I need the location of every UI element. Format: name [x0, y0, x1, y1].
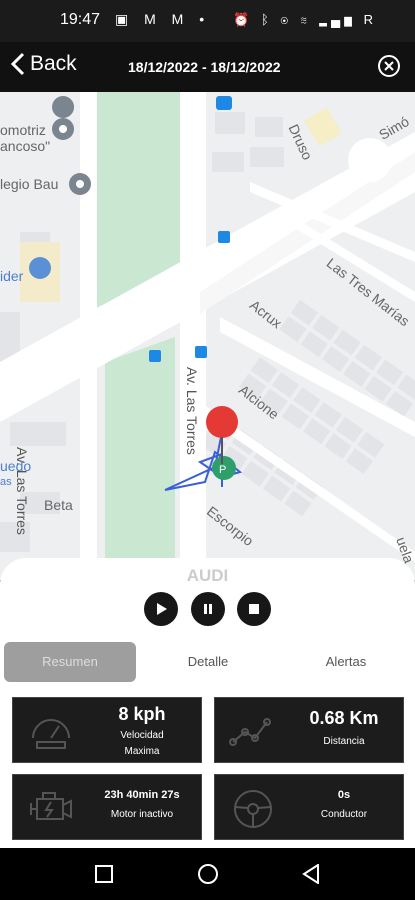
map-label: uedo [0, 458, 32, 474]
svg-text:P: P [219, 464, 226, 476]
tab-resumen[interactable]: Resumen [4, 642, 136, 682]
steering-wheel-icon [234, 790, 272, 828]
speed-card: 8 kph Velocidad Maxima [12, 697, 202, 763]
trip-panel: AUDI Resumen Detalle Alertas 8 kph Veloc… [0, 558, 415, 848]
map-label: as [0, 476, 12, 488]
play-button[interactable] [144, 592, 178, 626]
close-icon [384, 61, 394, 71]
nav-bar [0, 848, 415, 900]
notification-icons: ▣ M M • [115, 11, 211, 27]
stop-button[interactable] [237, 592, 271, 626]
back-button[interactable]: Back [10, 52, 77, 76]
map-view[interactable]: P omotriz ancoso" legio Bau ider Simó Dr… [0, 92, 415, 580]
speed-label: Velocidad [120, 730, 164, 741]
engine-icon [30, 792, 72, 820]
idle-card: 23h 40min 27s Motor inactivo [12, 774, 202, 840]
route-icon [229, 718, 271, 746]
map-label: ancoso" [0, 138, 51, 154]
tab-alertas[interactable]: Alertas [280, 642, 412, 682]
pause-button[interactable] [191, 592, 225, 626]
speed-value: 8 kph [118, 704, 166, 724]
speed-sublabel: Maxima [124, 746, 160, 757]
distance-value: 0.68 Km [309, 708, 379, 728]
pause-icon [204, 604, 212, 614]
driver-label: Conductor [320, 809, 368, 820]
back-label: Back [30, 52, 77, 75]
play-icon [157, 603, 167, 615]
map-label: Av. Las Torres [184, 367, 200, 455]
speedometer-icon [32, 719, 70, 749]
tab-bar: Resumen Detalle Alertas [0, 640, 415, 682]
status-time: 19:47 [60, 11, 101, 28]
map-label: Beta [44, 497, 73, 513]
recents-icon[interactable] [95, 865, 113, 883]
driver-value: 0s [337, 789, 351, 801]
stop-icon [249, 604, 259, 614]
status-bar: 19:47 ▣ M M • ⏰ ᛒ ◉ ≋ ▂▄▆ R [0, 0, 415, 42]
chevron-left-icon [10, 52, 25, 76]
vehicle-name: AUDI [186, 566, 229, 585]
map-label: ider [0, 268, 24, 284]
close-button[interactable] [378, 55, 400, 77]
home-icon[interactable] [197, 863, 219, 885]
map-label: legio Bau [0, 176, 59, 192]
distance-card: 0.68 Km Distancia [214, 697, 404, 763]
idle-value: 23h 40min 27s [104, 789, 180, 801]
date-range: 18/12/2022 - 18/12/2022 [128, 59, 281, 75]
idle-label: Motor inactivo [110, 809, 174, 820]
nav-back-icon[interactable] [302, 864, 320, 884]
system-icons: ⏰ ᛒ ◉ ≋ ▂▄▆ R [233, 12, 377, 27]
app-header: Back 18/12/2022 - 18/12/2022 [0, 42, 415, 92]
driver-card: 0s Conductor [214, 774, 404, 840]
map-label: omotriz [0, 122, 46, 138]
tab-detalle[interactable]: Detalle [142, 642, 274, 682]
distance-label: Distancia [323, 736, 365, 747]
